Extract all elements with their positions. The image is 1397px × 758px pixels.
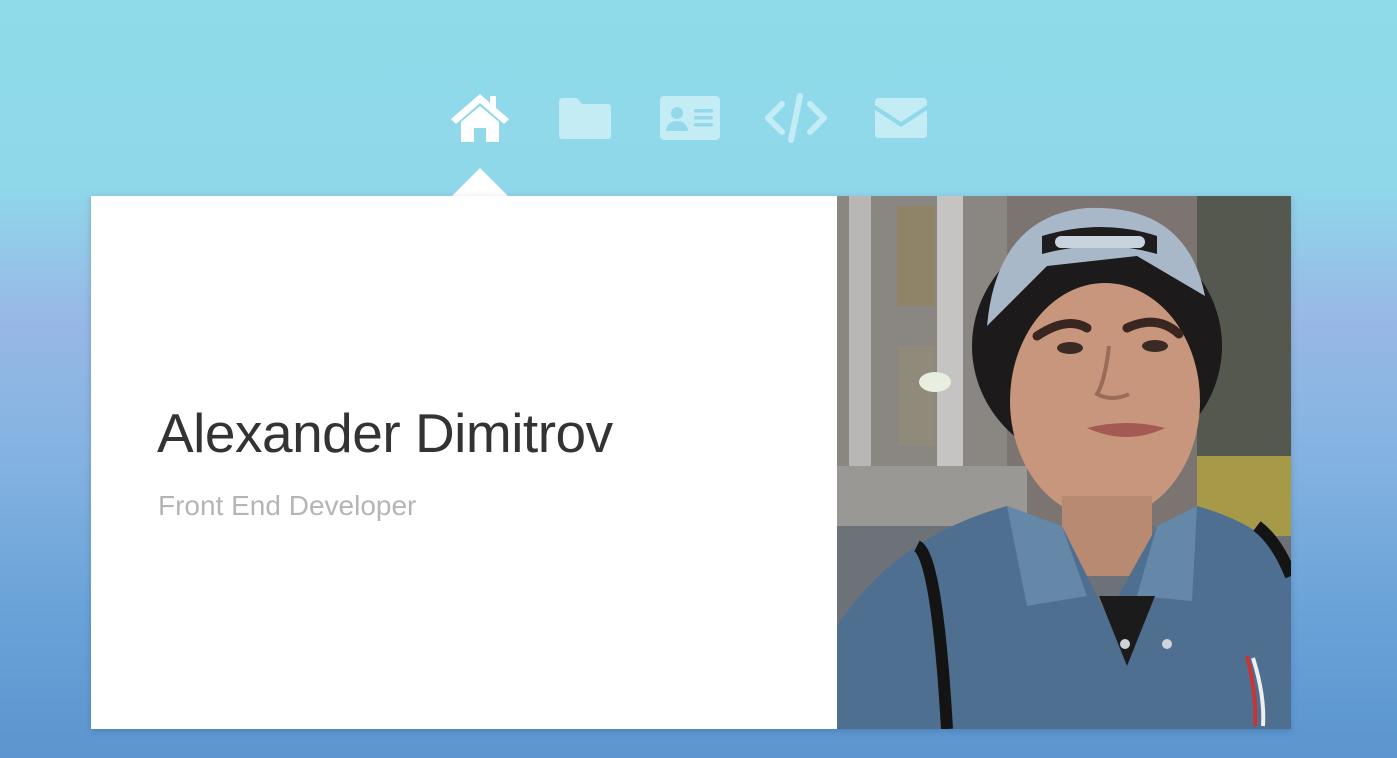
profile-name: Alexander Dimitrov <box>157 402 613 464</box>
nav-about[interactable] <box>658 90 722 146</box>
profile-title: Front End Developer <box>158 490 417 521</box>
nav-projects[interactable] <box>554 90 616 146</box>
folder-icon <box>559 98 611 139</box>
nav-contact[interactable] <box>870 90 932 146</box>
profile-text-panel: Alexander Dimitrov Front End Developer <box>91 196 837 729</box>
portrait-illustration <box>837 196 1291 729</box>
home-icon <box>451 94 509 142</box>
nav-code[interactable] <box>761 90 831 146</box>
envelope-icon <box>875 98 927 138</box>
active-tab-pointer <box>451 168 509 197</box>
main-navigation <box>446 90 936 150</box>
profile-card: Alexander Dimitrov Front End Developer <box>91 196 1291 729</box>
portrait-photo <box>837 196 1291 729</box>
id-card-icon <box>660 96 720 140</box>
nav-home[interactable] <box>448 90 512 146</box>
code-icon <box>765 93 827 143</box>
